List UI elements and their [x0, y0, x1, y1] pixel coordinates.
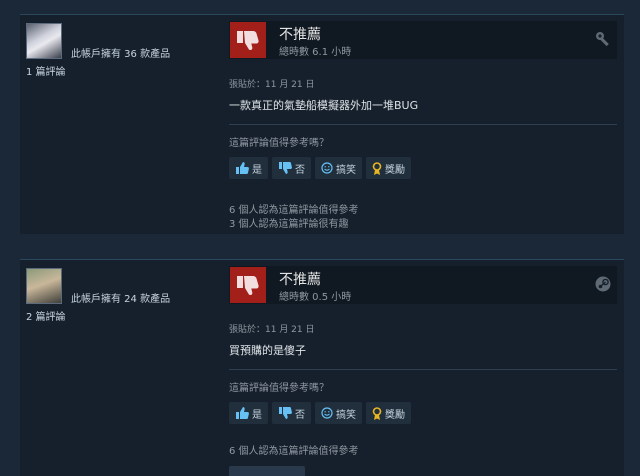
award-icon	[372, 406, 382, 420]
award-button[interactable]: 獎勵	[366, 402, 411, 424]
helpful-question: 這篇評論值得參考嗎？	[229, 138, 329, 149]
helpful-question: 這篇評論值得參考嗎？	[229, 383, 329, 394]
hours-played: 總時數 6.1 小時	[279, 47, 352, 58]
no-button[interactable]: 否	[272, 402, 311, 424]
steam-icon	[595, 276, 611, 296]
thumbs-down-icon	[230, 267, 266, 303]
hours-played: 總時數 0.5 小時	[279, 292, 352, 303]
review-body: 不推薦 總時數 6.1 小時 張貼於：11 月 21 日 一款真正的氣墊船模擬器…	[229, 21, 617, 230]
helpful-count: 6 個人認為這篇評論值得參考	[229, 446, 359, 457]
review-text: 買預購的是傻子	[229, 344, 306, 357]
review-body: 不推薦 總時數 0.5 小時 張貼於：11 月 21 日 買預購的是傻子 這篇評…	[229, 266, 617, 457]
review-card: 此帳戶擁有 36 款產品 1 篇評論 不推薦 總時數 6.1 小時 張貼於：11…	[20, 14, 624, 234]
thumbs-up-icon	[236, 407, 249, 419]
review-separator	[20, 234, 624, 259]
smiley-icon	[321, 162, 333, 174]
review-verdict: 不推薦	[279, 272, 321, 288]
thumbs-down-icon	[279, 407, 292, 419]
award-icon	[372, 161, 382, 175]
yes-button[interactable]: 是	[229, 157, 268, 179]
thumbs-down-icon	[279, 162, 292, 174]
thumbs-down-icon	[230, 22, 266, 58]
wrench-icon	[595, 31, 611, 51]
divider	[229, 124, 617, 125]
no-button[interactable]: 否	[272, 157, 311, 179]
award-button[interactable]: 獎勵	[366, 157, 411, 179]
reviews-page: 此帳戶擁有 36 款產品 1 篇評論 不推薦 總時數 6.1 小時 張貼於：11…	[0, 0, 640, 476]
avatar[interactable]	[26, 268, 62, 304]
review-card: 此帳戶擁有 24 款產品 2 篇評論 不推薦 總時數 0.5 小時 張貼於：11…	[20, 259, 624, 476]
yes-button[interactable]: 是	[229, 402, 268, 424]
posted-date: 張貼於：11 月 21 日	[229, 325, 315, 335]
vote-header[interactable]: 不推薦 總時數 6.1 小時	[229, 21, 617, 59]
posted-date: 張貼於：11 月 21 日	[229, 80, 315, 90]
divider	[229, 369, 617, 370]
helpful-count: 6 個人認為這篇評論值得參考	[229, 205, 359, 216]
review-text: 一款真正的氣墊船模擬器外加一堆BUG	[229, 99, 419, 112]
review-count[interactable]: 1 篇評論	[26, 63, 66, 78]
rating-buttons: 是 否 搞笑 獎勵	[229, 402, 411, 424]
review-verdict: 不推薦	[279, 27, 321, 43]
avatar[interactable]	[26, 23, 62, 59]
load-more-button[interactable]	[229, 466, 305, 476]
products-owned: 此帳戶擁有 24 款產品	[71, 294, 171, 305]
funny-button[interactable]: 搞笑	[315, 157, 362, 179]
funny-count: 3 個人認為這篇評論很有趣	[229, 219, 349, 230]
funny-button[interactable]: 搞笑	[315, 402, 362, 424]
vote-header[interactable]: 不推薦 總時數 0.5 小時	[229, 266, 617, 304]
review-count[interactable]: 2 篇評論	[26, 308, 66, 323]
products-owned: 此帳戶擁有 36 款產品	[71, 49, 171, 60]
smiley-icon	[321, 407, 333, 419]
rating-buttons: 是 否 搞笑 獎勵	[229, 157, 411, 179]
thumbs-up-icon	[236, 162, 249, 174]
